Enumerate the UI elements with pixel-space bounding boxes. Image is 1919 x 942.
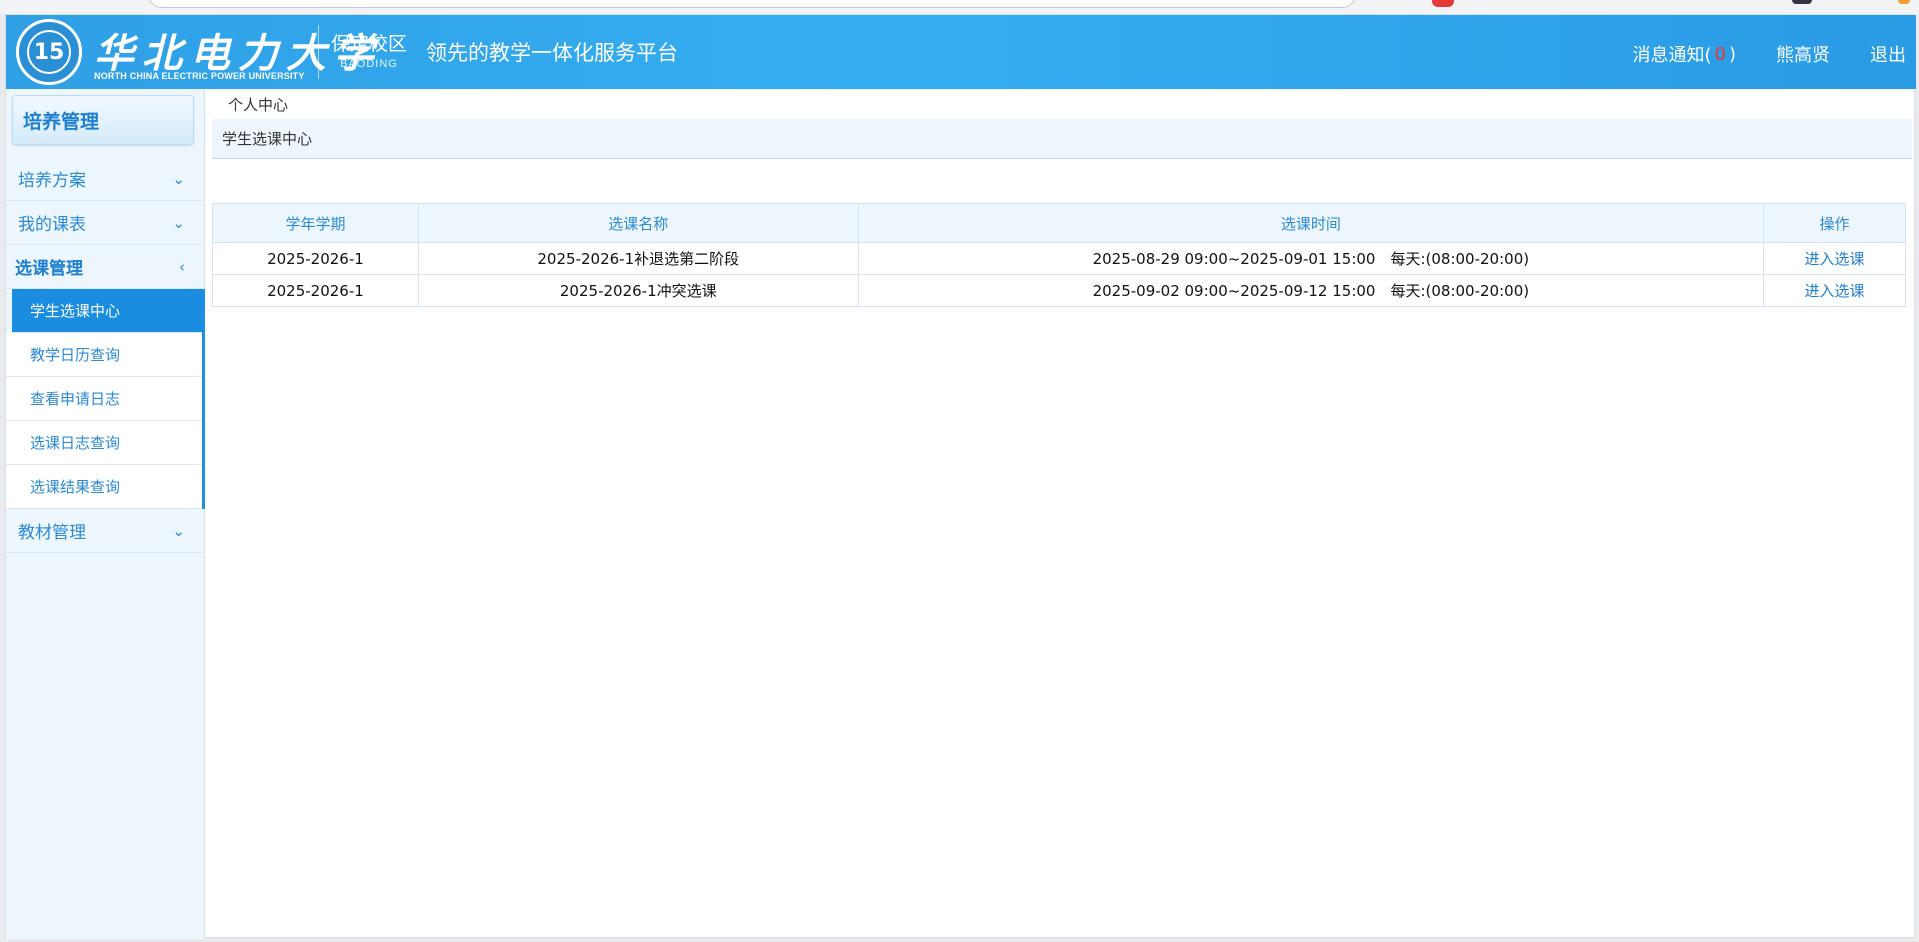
course-selection-submenu: 学生选课中心 教学日历查询 查看申请日志 选课日志查询 选课结果查询 (6, 289, 205, 509)
chevron-down-icon: ⌄ (172, 521, 185, 540)
logout-button[interactable]: 退出 (1870, 41, 1906, 67)
campus-name: 保定校区 (330, 33, 407, 55)
sidebar-title[interactable]: 培养管理 (12, 95, 194, 145)
menu-item-label: 选课管理 (15, 259, 83, 279)
cell-term: 2025-2026-1 (212, 274, 419, 307)
extension-badge-icon[interactable] (1432, 0, 1454, 7)
column-header-name: 选课名称 (417, 203, 859, 243)
cell-time: 2025-09-02 09:00~2025-09-12 15:00 每天:(08… (857, 274, 1765, 307)
enter-selection-link[interactable]: 进入选课 (1763, 242, 1906, 275)
top-header: 15 华北电力大学 NORTH CHINA ELECTRIC POWER UNI… (6, 15, 1916, 89)
menu-item-textbook[interactable]: 教材管理 ⌄ (6, 509, 205, 553)
column-header-term: 学年学期 (212, 203, 419, 243)
extension-icon[interactable] (1898, 0, 1910, 4)
column-header-time: 选课时间 (857, 203, 1765, 243)
enter-selection-link[interactable]: 进入选课 (1763, 274, 1906, 307)
chevron-down-icon: ⌄ (172, 169, 185, 188)
university-emblem-icon: 15 (16, 19, 82, 85)
browser-toolbar (0, 0, 1919, 14)
cell-term: 2025-2026-1 (212, 242, 419, 275)
divider (318, 25, 319, 79)
notification-close-paren: ) (1728, 43, 1736, 65)
section-title: 学生选课中心 (212, 119, 1912, 159)
cell-time: 2025-08-29 09:00~2025-09-01 15:00 每天:(08… (857, 242, 1765, 275)
campus-name-en: BAODING (340, 58, 398, 70)
chevron-down-icon: ⌄ (172, 213, 185, 232)
sidebar: 培养管理 培养方案 ⌄ 我的课表 ⌄ 选课管理 ‹ 学生选课中心 教学日历查询 … (6, 89, 205, 939)
sidebar-menu: 培养方案 ⌄ 我的课表 ⌄ 选课管理 ‹ 学生选课中心 教学日历查询 查看申请日… (6, 157, 205, 553)
submenu-item-student-selection-center[interactable]: 学生选课中心 (12, 289, 202, 333)
submenu-item-selection-log[interactable]: 选课日志查询 (6, 421, 202, 465)
user-name-link[interactable]: 熊高贤 (1776, 41, 1830, 67)
university-logo-en: NORTH CHINA ELECTRIC POWER UNIVERSITY (94, 71, 305, 81)
notification-count: 0 (1714, 43, 1726, 65)
table-row: 2025-2026-1 2025-2026-1补退选第二阶段 2025-08-2… (212, 242, 1906, 275)
submenu-item-application-log[interactable]: 查看申请日志 (6, 377, 202, 421)
course-selection-table: 学年学期 选课名称 选课时间 操作 2025-2026-1 2025-2026-… (212, 203, 1906, 307)
submenu-item-teaching-calendar[interactable]: 教学日历查询 (6, 333, 202, 377)
table-header-row: 学年学期 选课名称 选课时间 操作 (212, 203, 1906, 243)
user-toolbar: 消息通知( 0 ) 熊高贤 退出 (1632, 41, 1906, 67)
campus-label: 保定校区 BAODING (326, 29, 412, 70)
address-bar[interactable] (148, 0, 1356, 8)
notification-link[interactable]: 消息通知( 0 ) (1632, 41, 1736, 67)
menu-item-label: 我的课表 (18, 215, 86, 235)
app-window: 15 华北电力大学 NORTH CHINA ELECTRIC POWER UNI… (5, 14, 1916, 939)
breadcrumb[interactable]: 个人中心 (212, 89, 1912, 119)
cell-name: 2025-2026-1冲突选课 (417, 274, 859, 307)
main-content: 个人中心 学生选课中心 学年学期 选课名称 选课时间 操作 2025-2026-… (212, 89, 1912, 307)
menu-item-label: 教材管理 (18, 523, 86, 543)
submenu-item-selection-results[interactable]: 选课结果查询 (6, 465, 202, 509)
profile-icon[interactable] (1792, 0, 1812, 4)
chevron-left-icon: ‹ (179, 257, 185, 276)
table-row: 2025-2026-1 2025-2026-1冲突选课 2025-09-02 0… (212, 274, 1906, 307)
menu-item-label: 培养方案 (18, 171, 86, 191)
notification-label: 消息通知( (1632, 45, 1712, 66)
cell-name: 2025-2026-1补退选第二阶段 (417, 242, 859, 275)
menu-item-course-selection[interactable]: 选课管理 ‹ (6, 245, 205, 289)
column-header-action: 操作 (1763, 203, 1906, 243)
menu-item-my-schedule[interactable]: 我的课表 ⌄ (6, 201, 205, 245)
platform-slogan: 领先的教学一体化服务平台 (426, 41, 678, 65)
menu-item-training-plan[interactable]: 培养方案 ⌄ (6, 157, 205, 201)
